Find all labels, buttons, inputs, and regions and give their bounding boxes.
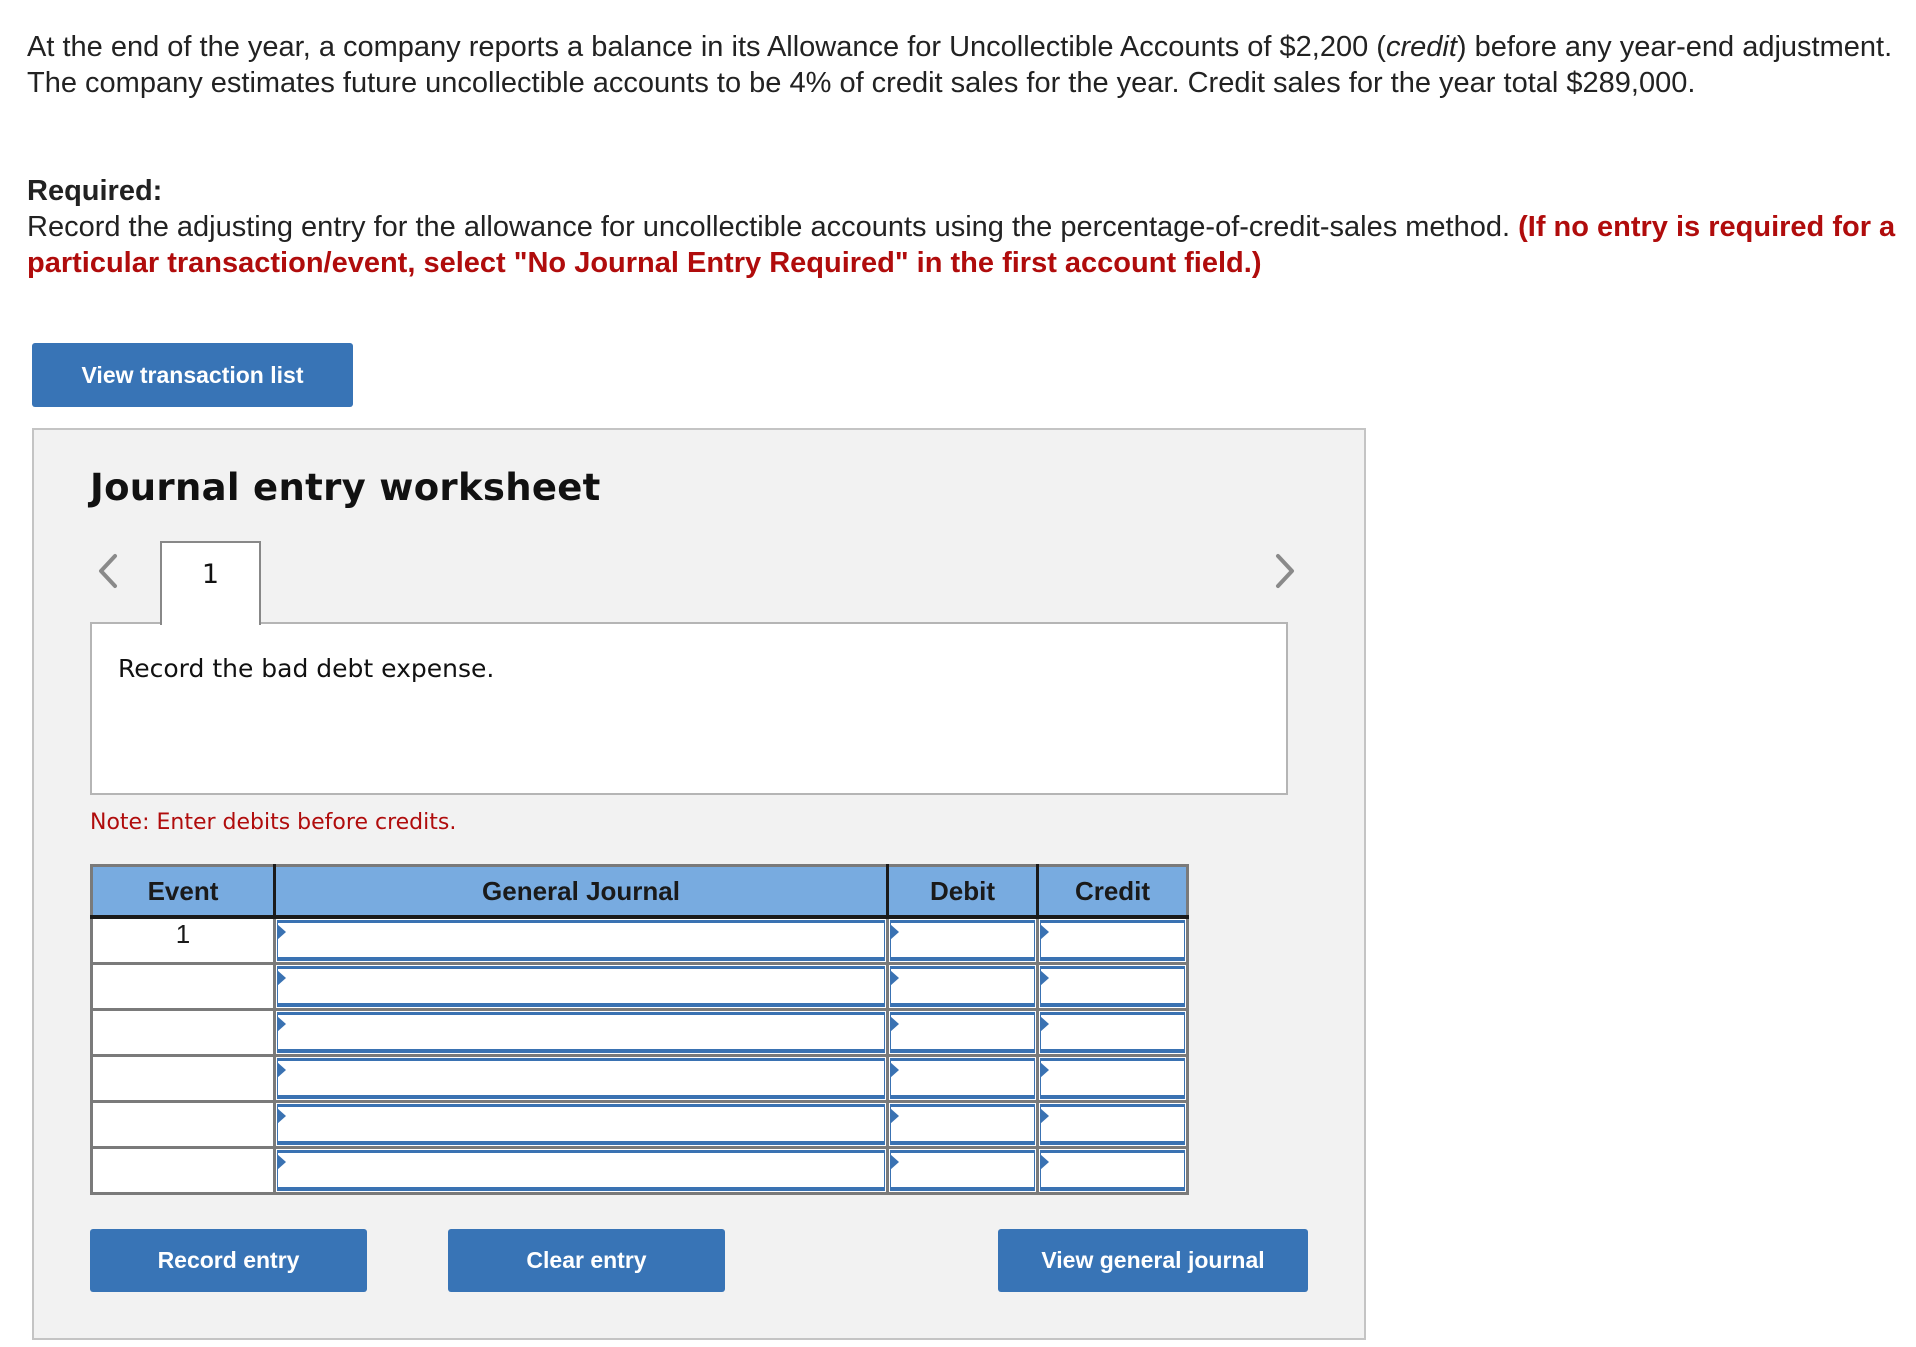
record-entry-button[interactable]: Record entry bbox=[90, 1229, 367, 1292]
debit-input[interactable] bbox=[890, 1150, 1035, 1191]
credit-input[interactable] bbox=[1040, 1150, 1185, 1191]
event-cell bbox=[91, 1054, 275, 1102]
note-text: Note: Enter debits before credits. bbox=[90, 810, 457, 835]
credit-cell bbox=[1036, 1008, 1188, 1056]
debit-input[interactable] bbox=[890, 1012, 1035, 1053]
debit-input[interactable] bbox=[890, 920, 1035, 961]
debit-cell bbox=[886, 1054, 1038, 1102]
account-cell bbox=[273, 1008, 888, 1056]
credit-cell bbox=[1036, 1146, 1188, 1194]
credit-cell bbox=[1036, 962, 1188, 1010]
event-cell bbox=[91, 1146, 275, 1194]
required-section: Required: Record the adjusting entry for… bbox=[27, 173, 1907, 281]
view-transaction-list-button[interactable]: View transaction list bbox=[32, 343, 353, 407]
journal-row bbox=[91, 1054, 1188, 1102]
debit-cell bbox=[886, 962, 1038, 1010]
credit-cell bbox=[1036, 917, 1188, 964]
debit-input[interactable] bbox=[890, 966, 1035, 1007]
journal-row bbox=[91, 962, 1188, 1010]
journal-table: Event General Journal Debit Credit 1 bbox=[90, 864, 1189, 1195]
journal-row bbox=[91, 1146, 1188, 1194]
credit-input[interactable] bbox=[1040, 1012, 1185, 1053]
debit-input[interactable] bbox=[890, 1104, 1035, 1145]
view-general-journal-button[interactable]: View general journal bbox=[998, 1229, 1308, 1292]
tab-event-1[interactable]: 1 bbox=[160, 541, 261, 625]
credit-input[interactable] bbox=[1040, 1104, 1185, 1145]
event-cell bbox=[91, 1008, 275, 1056]
credit-input[interactable] bbox=[1040, 1058, 1185, 1099]
required-label: Required: bbox=[27, 175, 163, 207]
debit-cell bbox=[886, 1008, 1038, 1056]
problem-statement: At the end of the year, a company report… bbox=[27, 30, 1907, 101]
credit-input[interactable] bbox=[1040, 920, 1185, 961]
clear-entry-button[interactable]: Clear entry bbox=[448, 1229, 725, 1292]
event-cell: 1 bbox=[91, 917, 275, 964]
required-text: Record the adjusting entry for the allow… bbox=[27, 211, 1519, 243]
debit-cell bbox=[886, 1146, 1038, 1194]
journal-row bbox=[91, 1100, 1188, 1148]
instruction-box bbox=[90, 622, 1288, 795]
account-cell bbox=[273, 1100, 888, 1148]
column-header-general-journal: General Journal bbox=[273, 865, 888, 919]
account-cell bbox=[273, 1146, 888, 1194]
event-cell bbox=[91, 962, 275, 1010]
credit-input[interactable] bbox=[1040, 966, 1185, 1007]
event-cell bbox=[91, 1100, 275, 1148]
account-select[interactable] bbox=[277, 1150, 885, 1191]
instruction-text: Record the bad debt expense. bbox=[118, 654, 495, 683]
debit-cell bbox=[886, 917, 1038, 964]
journal-header-row: Event General Journal Debit Credit bbox=[91, 865, 1188, 919]
journal-row bbox=[91, 1008, 1188, 1056]
debit-cell bbox=[886, 1100, 1038, 1148]
column-header-debit: Debit bbox=[886, 865, 1038, 919]
worksheet-title: Journal entry worksheet bbox=[90, 466, 601, 509]
journal-row: 1 bbox=[91, 917, 1188, 964]
credit-cell bbox=[1036, 1054, 1188, 1102]
credit-cell bbox=[1036, 1100, 1188, 1148]
problem-text-italic: credit bbox=[1385, 31, 1457, 63]
account-select[interactable] bbox=[277, 1058, 885, 1099]
account-cell bbox=[273, 917, 888, 964]
account-cell bbox=[273, 962, 888, 1010]
account-cell bbox=[273, 1054, 888, 1102]
account-select[interactable] bbox=[277, 966, 885, 1007]
account-select[interactable] bbox=[277, 1012, 885, 1053]
account-select[interactable] bbox=[277, 920, 885, 961]
chevron-right-icon[interactable] bbox=[1274, 553, 1296, 589]
problem-text-1: At the end of the year, a company report… bbox=[27, 31, 1386, 63]
column-header-event: Event bbox=[91, 865, 275, 919]
column-header-credit: Credit bbox=[1036, 865, 1188, 919]
account-select[interactable] bbox=[277, 1104, 885, 1145]
debit-input[interactable] bbox=[890, 1058, 1035, 1099]
chevron-left-icon[interactable] bbox=[97, 553, 119, 589]
